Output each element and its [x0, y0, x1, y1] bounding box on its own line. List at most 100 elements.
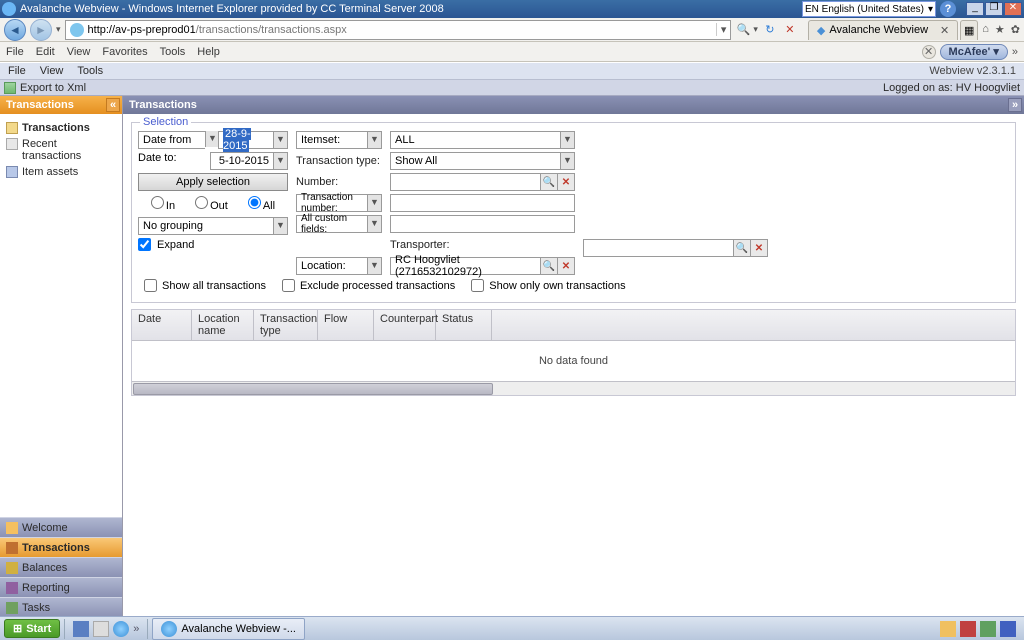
clear-icon[interactable]: ✕ — [557, 173, 575, 191]
transaction-type-combo[interactable]: Show All▼ — [390, 152, 575, 170]
language-bar[interactable]: EN English (United States)▾ — [802, 1, 936, 17]
ql-explorer-icon[interactable] — [93, 621, 109, 637]
system-tray — [936, 621, 1020, 637]
tray-icon[interactable] — [960, 621, 976, 637]
forward-button[interactable]: ► — [30, 19, 52, 41]
tree-item-recent-transactions[interactable]: Recent transactions — [4, 136, 118, 164]
header-transaction-type[interactable]: Transaction type — [254, 310, 318, 340]
radio-out[interactable]: Out — [195, 196, 228, 212]
search-icon[interactable]: 🔍 — [735, 22, 751, 38]
show-all-checkbox[interactable]: Show all transactions — [144, 279, 266, 292]
content-collapse-button[interactable]: » — [1008, 98, 1022, 112]
nav-reporting[interactable]: Reporting — [0, 577, 122, 597]
expand-checkbox[interactable]: Expand — [138, 238, 288, 251]
nav-balances[interactable]: Balances — [0, 557, 122, 577]
chevron-down-icon[interactable]: ▼ — [367, 132, 381, 148]
date-to-combo[interactable]: 5-10-2015▼ — [210, 152, 288, 170]
back-button[interactable]: ◄ — [4, 19, 26, 41]
ql-ie-icon[interactable] — [113, 621, 129, 637]
grid-horizontal-scrollbar[interactable] — [132, 381, 1015, 395]
refresh-icon[interactable]: ↻ — [762, 22, 778, 38]
radio-in[interactable]: In — [151, 196, 175, 212]
start-button[interactable]: ⊞ Start — [4, 619, 60, 638]
clear-icon[interactable]: ✕ — [750, 239, 768, 257]
number-input[interactable] — [390, 173, 541, 191]
nav-welcome[interactable]: Welcome — [0, 517, 122, 537]
itemset-combo[interactable]: ALL▼ — [390, 131, 575, 149]
tray-icon[interactable] — [980, 621, 996, 637]
toolbar-overflow-icon[interactable]: » — [1012, 46, 1018, 58]
tools-icon[interactable]: ✿ — [1011, 23, 1020, 36]
header-counterpart[interactable]: Counterpart — [374, 310, 436, 340]
custom-fields-input[interactable] — [390, 215, 575, 233]
transaction-number-input[interactable] — [390, 194, 575, 212]
location-label-combo[interactable]: Location:▼ — [296, 257, 382, 275]
location-value[interactable]: RC Hoogvliet (2716532102972) — [390, 257, 541, 275]
chevron-down-icon[interactable]: ▼ — [367, 195, 381, 211]
ie-menu-edit[interactable]: Edit — [36, 46, 55, 58]
browser-tab[interactable]: ◆ Avalanche Webview ✕ — [808, 20, 958, 40]
tray-icon[interactable] — [1000, 621, 1016, 637]
app-menu-file[interactable]: File — [8, 65, 26, 77]
app-menu-tools[interactable]: Tools — [77, 65, 103, 77]
ie-menu-tools[interactable]: Tools — [160, 46, 186, 58]
tree-item-item-assets[interactable]: Item assets — [4, 164, 118, 180]
new-tab-button[interactable]: ▦ — [960, 20, 978, 40]
header-status[interactable]: Status — [436, 310, 492, 340]
chevron-down-icon[interactable]: ▼ — [273, 218, 287, 234]
transaction-number-label-combo[interactable]: Transaction number:▼ — [296, 194, 382, 212]
taskbar-task-ie[interactable]: Avalanche Webview -... — [152, 618, 305, 640]
home-icon[interactable]: ⌂ — [982, 23, 989, 36]
chevron-down-icon[interactable]: ▼ — [273, 132, 287, 148]
scrollbar-thumb[interactable] — [133, 383, 493, 395]
show-own-checkbox[interactable]: Show only own transactions — [471, 279, 625, 292]
ql-overflow-icon[interactable]: » — [133, 623, 139, 635]
search-icon[interactable]: 🔍 — [733, 239, 751, 257]
stop-icon[interactable]: ✕ — [782, 22, 798, 38]
chevron-down-icon[interactable]: ▼ — [560, 153, 574, 169]
chevron-down-icon[interactable]: ▼ — [367, 216, 381, 232]
close-button[interactable]: ✕ — [1004, 2, 1022, 16]
export-to-xml-button[interactable]: Export to Xml — [20, 82, 86, 94]
ie-menu-favorites[interactable]: Favorites — [102, 46, 147, 58]
apply-selection-button[interactable]: Apply selection — [138, 173, 288, 191]
header-date[interactable]: Date — [132, 310, 192, 340]
address-bar[interactable]: http://av-ps-preprod01/transactions/tran… — [65, 20, 732, 40]
header-location-name[interactable]: Location name — [192, 310, 254, 340]
addon-close-icon[interactable]: ✕ — [922, 45, 936, 59]
chevron-down-icon[interactable]: ▼ — [205, 131, 219, 147]
radio-all[interactable]: All — [248, 196, 275, 212]
date-from-combo[interactable]: Date from ▼ 28-9-2015▼ — [138, 131, 288, 149]
ie-menu-file[interactable]: File — [6, 46, 24, 58]
sidebar-collapse-button[interactable]: « — [106, 98, 120, 112]
mcafee-badge[interactable]: McAfee' ▾ — [940, 44, 1008, 60]
search-icon[interactable]: 🔍 — [540, 257, 558, 275]
show-desktop-icon[interactable] — [73, 621, 89, 637]
help-icon[interactable]: ? — [940, 1, 956, 17]
clear-icon[interactable]: ✕ — [557, 257, 575, 275]
header-flow[interactable]: Flow — [318, 310, 374, 340]
custom-fields-label-combo[interactable]: All custom fields:▼ — [296, 215, 382, 233]
content-pane: Transactions » Selection Date from ▼ 28-… — [123, 96, 1024, 617]
search-icon[interactable]: 🔍 — [540, 173, 558, 191]
itemset-label-combo[interactable]: Itemset:▼ — [296, 131, 382, 149]
date-from-value[interactable]: 28-9-2015 — [223, 128, 251, 152]
app-menu-view[interactable]: View — [40, 65, 64, 77]
favorites-icon[interactable]: ★ — [995, 23, 1005, 36]
minimize-button[interactable]: _ — [966, 2, 984, 16]
nav-transactions[interactable]: Transactions — [0, 537, 122, 557]
exclude-processed-checkbox[interactable]: Exclude processed transactions — [282, 279, 455, 292]
url-dropdown-icon[interactable]: ▾ — [716, 23, 731, 36]
chevron-down-icon[interactable]: ▼ — [273, 153, 287, 169]
nav-tasks[interactable]: Tasks — [0, 597, 122, 617]
chevron-down-icon[interactable]: ▼ — [367, 258, 381, 274]
maximize-button[interactable]: ❐ — [985, 2, 1003, 16]
tray-icon[interactable] — [940, 621, 956, 637]
tab-close-icon[interactable]: ✕ — [940, 24, 949, 37]
ie-menu-help[interactable]: Help — [197, 46, 220, 58]
grouping-combo[interactable]: No grouping▼ — [138, 217, 288, 235]
ie-menu-view[interactable]: View — [67, 46, 91, 58]
tree-item-transactions[interactable]: Transactions — [4, 120, 118, 136]
transporter-input[interactable] — [583, 239, 734, 257]
chevron-down-icon[interactable]: ▼ — [560, 132, 574, 148]
